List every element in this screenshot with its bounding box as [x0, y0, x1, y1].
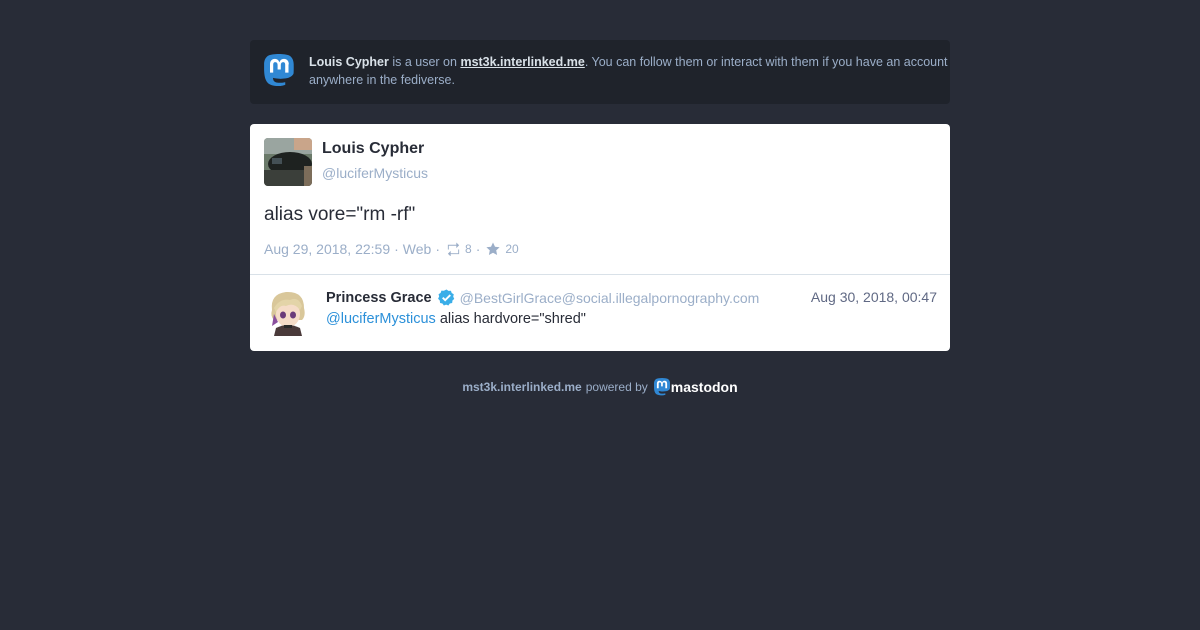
- notice-account-name: Louis Cypher: [309, 55, 389, 69]
- mastodon-brand-text: mastodon: [670, 379, 738, 395]
- reply-display-name[interactable]: Princess Grace: [326, 290, 432, 306]
- reply-account-handle[interactable]: @BestGirlGrace@social.illegalpornography…: [460, 290, 760, 306]
- mention-link[interactable]: @luciferMysticus: [326, 311, 436, 327]
- status-meta: Aug 29, 2018, 22:59 · Web · 8 · 20: [264, 241, 519, 257]
- retweet-icon: [446, 242, 460, 257]
- powered-by-text: powered by: [585, 380, 648, 394]
- separator: ·: [435, 241, 440, 257]
- verified-badge-icon: [437, 289, 455, 306]
- reply-avatar[interactable]: [264, 288, 312, 336]
- notice-text-middle: is a user on: [388, 55, 461, 69]
- mastodon-logo-icon: [653, 378, 670, 396]
- boost-count: 8: [465, 242, 472, 256]
- footer: mst3k.interlinked.me powered by mastodon: [0, 378, 1200, 396]
- reply-status: Princess Grace @BestGirlGrace@social.ill…: [250, 275, 950, 351]
- star-icon: [486, 242, 500, 256]
- status-card: Louis Cypher @luciferMysticus alias vore…: [250, 124, 950, 351]
- avatar[interactable]: [264, 138, 312, 186]
- reply-time[interactable]: Aug 30, 2018, 00:47: [811, 289, 937, 305]
- footer-domain-link[interactable]: mst3k.interlinked.me: [462, 380, 581, 394]
- status-date[interactable]: Aug 29, 2018, 22:59: [264, 241, 390, 257]
- mastodon-logo-icon: [264, 54, 294, 87]
- separator: ·: [475, 241, 481, 257]
- separator: ·: [394, 241, 399, 257]
- reply-header: Princess Grace @BestGirlGrace@social.ill…: [326, 289, 759, 306]
- display-name[interactable]: Louis Cypher: [322, 140, 424, 158]
- favourite-count: 20: [505, 242, 519, 256]
- reply-content: @luciferMysticus alias hardvore="shred": [326, 311, 586, 327]
- mastodon-brand-link[interactable]: mastodon: [653, 378, 738, 396]
- account-handle[interactable]: @luciferMysticus: [322, 165, 428, 181]
- reply-text: alias hardvore="shred": [435, 311, 586, 327]
- main-status: Louis Cypher @luciferMysticus alias vore…: [250, 124, 950, 274]
- notice-text: Louis Cypher is a user on mst3k.interlin…: [309, 53, 950, 89]
- status-app: Web: [402, 241, 432, 257]
- account-notice: Louis Cypher is a user on mst3k.interlin…: [250, 40, 950, 104]
- status-content: alias vore="rm -rf": [264, 204, 416, 225]
- notice-domain-link[interactable]: mst3k.interlinked.me: [460, 55, 584, 69]
